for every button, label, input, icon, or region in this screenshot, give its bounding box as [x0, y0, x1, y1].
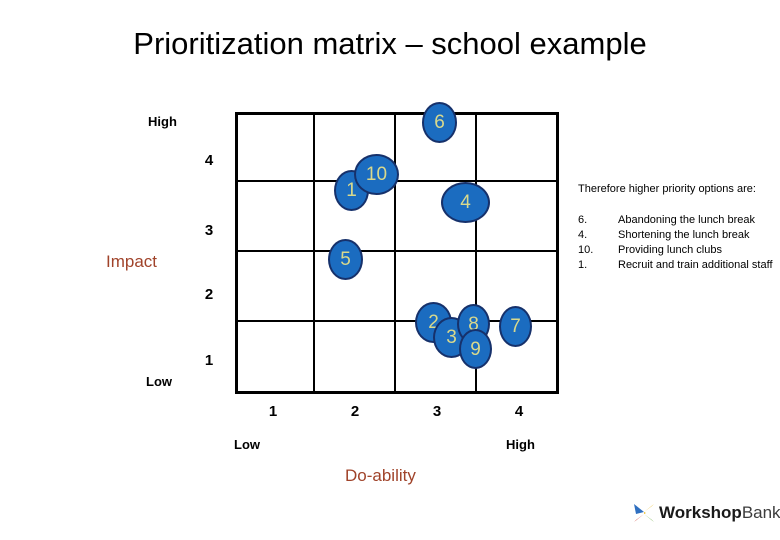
matrix-bubble-10[interactable]: 10 — [354, 154, 399, 195]
note-text: Shortening the lunch break — [618, 229, 750, 242]
note-text: Abandoning the lunch break — [618, 214, 755, 227]
list-item: 4. Shortening the lunch break — [578, 228, 776, 242]
x-axis-tick-3: 3 — [432, 403, 442, 420]
grid-vertical-line-2 — [394, 112, 396, 394]
list-item: 10. Providing lunch clubs — [578, 243, 776, 257]
logo-bank: Bank — [741, 503, 780, 522]
y-axis-tick-3: 3 — [204, 222, 214, 239]
matrix-bubble-6[interactable]: 6 — [422, 102, 457, 143]
grid-horizontal-line-2 — [235, 250, 559, 252]
matrix-bubble-5[interactable]: 5 — [328, 239, 363, 280]
notes-heading: Therefore higher priority options are: — [578, 183, 756, 195]
chart-grid-frame — [235, 112, 559, 394]
x-axis-title: Do-ability — [345, 466, 416, 485]
x-axis-high-label: High — [506, 437, 535, 452]
matrix-bubble-9[interactable]: 9 — [459, 329, 492, 369]
note-text: Recruit and train additional staff — [618, 259, 773, 272]
matrix-bubble-7[interactable]: 7 — [499, 306, 532, 347]
y-axis-high-label: High — [148, 114, 177, 129]
note-number: 4. — [578, 229, 588, 242]
y-axis-low-label: Low — [146, 374, 172, 389]
workshopbank-logo: WorkshopBank — [633, 503, 780, 523]
note-text: Providing lunch clubs — [618, 244, 722, 257]
grid-vertical-line-1 — [313, 112, 315, 394]
x-axis-tick-2: 2 — [350, 403, 360, 420]
y-axis-tick-1: 1 — [204, 352, 214, 369]
x-axis-tick-4: 4 — [514, 403, 524, 420]
y-axis-tick-2: 2 — [204, 286, 214, 303]
x-axis-low-label: Low — [234, 437, 260, 452]
note-number: 6. — [578, 214, 588, 227]
page-title: Prioritization matrix – school example — [133, 26, 647, 61]
prioritization-matrix-chart: 6 1 10 4 5 2 3 8 9 7 — [235, 102, 559, 394]
y-axis-tick-4: 4 — [204, 152, 214, 169]
y-axis-title: Impact — [106, 252, 158, 271]
butterfly-icon — [634, 504, 654, 522]
priority-notes-panel: Therefore higher priority options are: 6… — [578, 182, 776, 273]
logo-workshop: Workshop — [659, 503, 742, 522]
matrix-bubble-4[interactable]: 4 — [441, 182, 490, 223]
list-item: 6. Abandoning the lunch break — [578, 213, 776, 227]
logo-wordmark: WorkshopBank — [659, 503, 780, 523]
note-number: 1. — [578, 259, 588, 272]
x-axis-tick-1: 1 — [268, 403, 278, 420]
list-item: 1. Recruit and train additional staff — [578, 258, 776, 272]
note-number: 10. — [578, 244, 594, 257]
